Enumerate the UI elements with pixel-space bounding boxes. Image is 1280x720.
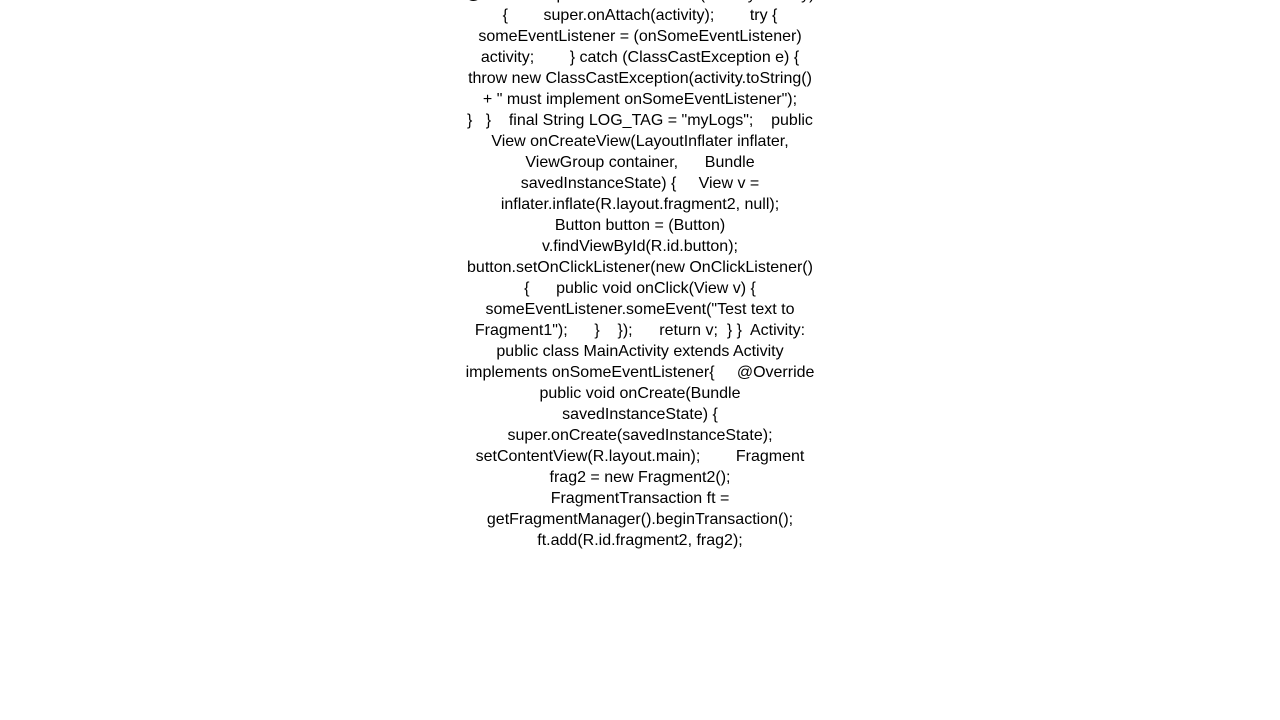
code-text-block: @Override public void onAttach(Activity … [465,0,815,549]
page-root: @Override public void onAttach(Activity … [0,0,1280,720]
